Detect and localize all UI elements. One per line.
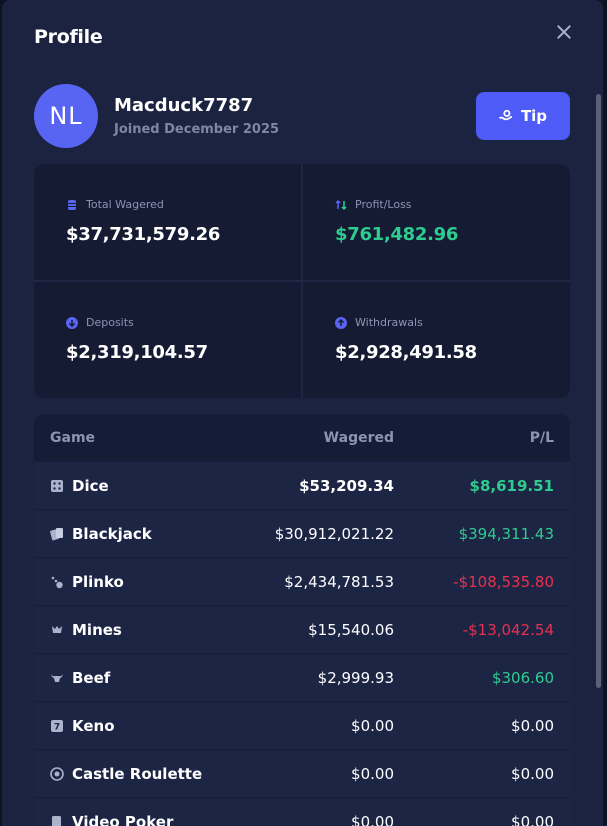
modal-title: Profile	[34, 26, 103, 48]
table-row[interactable]: Plinko $2,434,781.53 -$108,535.80	[34, 557, 570, 605]
pl-cell: $306.60	[491, 669, 554, 687]
dice-icon	[51, 480, 63, 492]
bull-icon	[51, 674, 63, 682]
close-icon[interactable]	[552, 20, 576, 44]
stat-label: Profit/Loss	[355, 198, 412, 211]
stat-profit-loss: Profit/Loss $761,482.96	[303, 164, 570, 280]
profile-modal: Profile NL Macduck7787 Joined December 2…	[2, 0, 603, 826]
stat-deposits: Deposits $2,319,104.57	[34, 282, 301, 398]
svg-text:7: 7	[54, 723, 60, 733]
stats-panel: Total Wagered $37,731,579.26 Profit/Loss…	[34, 164, 570, 398]
wagered-cell: $30,912,021.22	[274, 525, 394, 543]
stat-withdrawals: Withdrawals $2,928,491.58	[303, 282, 570, 398]
game-name: Video Poker	[72, 813, 174, 826]
poker-icon	[52, 816, 61, 826]
pl-cell: -$13,042.54	[462, 621, 554, 639]
game-cell: Video Poker	[50, 813, 173, 826]
stat-value: $761,482.96	[335, 224, 459, 245]
table-row[interactable]: Beef $2,999.93 $306.60	[34, 653, 570, 701]
game-name: Dice	[72, 477, 109, 495]
table-row[interactable]: Blackjack $30,912,021.22 $394,311.43	[34, 509, 570, 557]
pl-cell: $8,619.51	[469, 477, 554, 495]
avatar: NL	[34, 84, 98, 148]
coins-icon	[68, 199, 76, 210]
keno-icon: 7	[51, 720, 63, 733]
game-name: Castle Roulette	[72, 765, 203, 783]
stat-value: $2,928,491.58	[335, 342, 477, 363]
arrow-down-circle-icon	[66, 316, 78, 329]
stat-value: $37,731,579.26	[66, 224, 221, 245]
joined-date: Joined December 2025	[114, 122, 280, 137]
wagered-cell: $53,209.34	[299, 477, 394, 495]
scrollbar-thumb[interactable]	[596, 94, 601, 688]
table-header: Game Wagered P/L	[34, 414, 570, 461]
pl-cell: $0.00	[511, 765, 554, 783]
game-cell: Castle Roulette	[50, 765, 202, 783]
stat-label: Total Wagered	[86, 198, 164, 211]
plinko-icon	[51, 576, 63, 589]
game-name: Keno	[72, 717, 115, 735]
game-name: Blackjack	[72, 525, 152, 543]
wagered-cell: $0.00	[351, 765, 394, 783]
game-cell: Dice	[50, 477, 109, 495]
table-row[interactable]: 7 Keno $0.00 $0.00	[34, 701, 570, 749]
wagered-cell: $0.00	[351, 813, 394, 826]
game-cell: Beef	[50, 669, 110, 687]
arrow-up-circle-icon	[335, 316, 347, 329]
stat-label: Withdrawals	[355, 316, 423, 329]
tip-label: Tip	[520, 107, 548, 125]
column-header-game[interactable]: Game	[50, 430, 95, 446]
game-cell: Blackjack	[50, 525, 152, 543]
table-row[interactable]: Dice $53,209.34 $8,619.51	[34, 461, 570, 509]
tip-icon	[498, 109, 513, 121]
username: Macduck7787	[114, 95, 254, 116]
game-stats-table: Game Wagered P/L Dice $53,209.34 $8,619.51…	[34, 414, 570, 826]
divider	[34, 280, 570, 282]
avatar-initials: NL	[49, 102, 83, 130]
wagered-cell: $15,540.06	[308, 621, 394, 639]
wagered-cell: $2,999.93	[317, 669, 394, 687]
stat-value: $2,319,104.57	[66, 342, 208, 363]
tip-button[interactable]: Tip	[476, 92, 570, 140]
pl-cell: -$108,535.80	[453, 573, 554, 591]
column-header-wagered[interactable]: Wagered	[324, 430, 394, 446]
game-cell: 7 Keno	[50, 717, 115, 735]
game-name: Plinko	[72, 573, 124, 591]
pl-cell: $0.00	[511, 717, 554, 735]
wagered-cell: $0.00	[351, 717, 394, 735]
game-name: Mines	[72, 621, 122, 639]
pl-cell: $394,311.43	[458, 525, 554, 543]
mines-icon	[52, 626, 62, 633]
stat-total-wagered: Total Wagered $37,731,579.26	[34, 164, 301, 280]
arrows-updown-icon	[335, 199, 347, 210]
pl-cell: $0.00	[511, 813, 554, 826]
game-cell: Plinko	[50, 573, 124, 591]
table-row[interactable]: Castle Roulette $0.00 $0.00	[34, 749, 570, 797]
stat-label: Deposits	[86, 316, 134, 329]
cards-icon	[50, 528, 63, 541]
game-cell: Mines	[50, 621, 122, 639]
wagered-cell: $2,434,781.53	[284, 573, 394, 591]
column-header-pl[interactable]: P/L	[530, 430, 554, 446]
table-row[interactable]: Video Poker $0.00 $0.00	[34, 797, 570, 826]
table-row[interactable]: Mines $15,540.06 -$13,042.54	[34, 605, 570, 653]
roulette-icon	[50, 767, 64, 781]
game-name: Beef	[72, 669, 111, 687]
